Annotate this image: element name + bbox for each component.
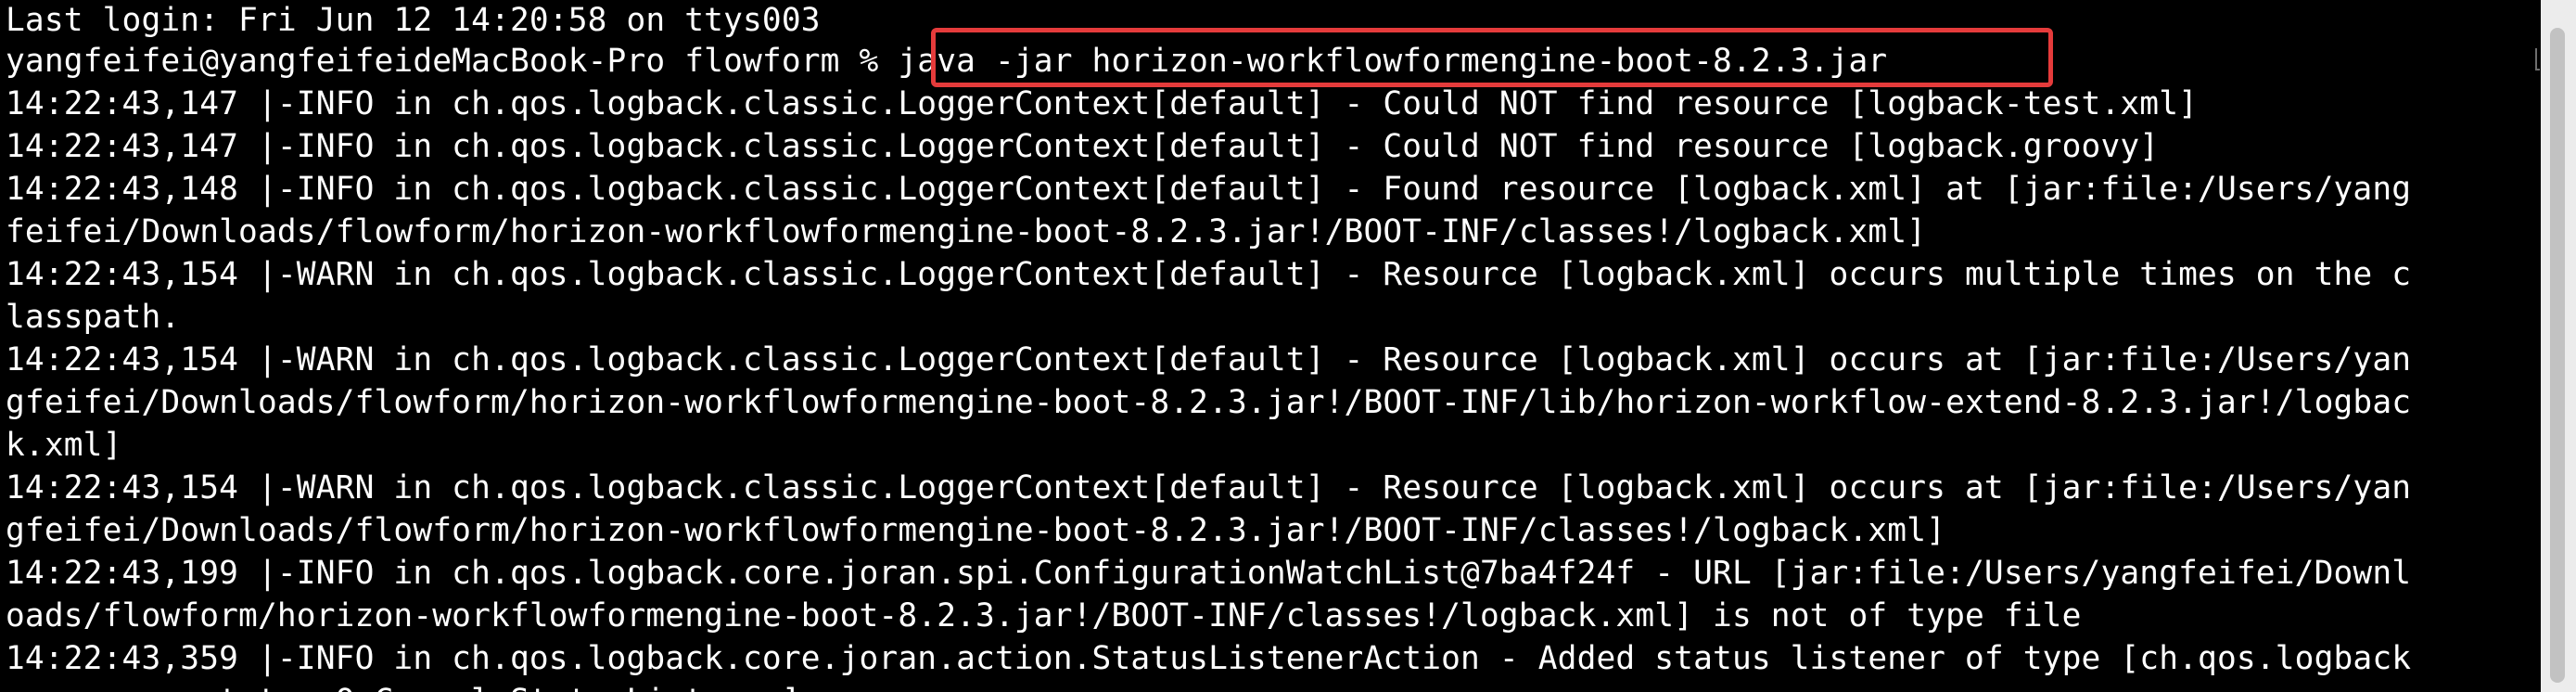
terminal-line: feifei/Downloads/flowform/horizon-workfl… <box>6 213 1927 250</box>
vertical-scrollbar[interactable] <box>2541 0 2576 692</box>
terminal-line: 14:22:43,199 |-INFO in ch.qos.logback.co… <box>6 555 2412 592</box>
terminal-line: 14:22:43,154 |-WARN in ch.qos.logback.cl… <box>6 341 2412 378</box>
terminal-line: 14:22:43,148 |-INFO in ch.qos.logback.cl… <box>6 171 2412 208</box>
line-end-bracket-icon <box>2535 48 2540 70</box>
terminal-line: oads/flowform/horizon-workflowformengine… <box>6 597 2082 634</box>
terminal-line: Last login: Fri Jun 12 14:20:58 on ttys0… <box>6 2 821 39</box>
terminal-line: k.xml] <box>6 427 122 464</box>
command-highlight-box <box>931 28 2053 87</box>
terminal-line: .core.status.OnConsoleStatusListener] <box>6 680 801 692</box>
scrollbar-thumb[interactable] <box>2550 28 2565 683</box>
terminal-line: 14:22:43,154 |-WARN in ch.qos.logback.cl… <box>6 469 2412 506</box>
terminal-line: 14:22:43,359 |-INFO in ch.qos.logback.co… <box>6 640 2412 677</box>
terminal-line: 14:22:43,147 |-INFO in ch.qos.logback.cl… <box>6 85 2199 122</box>
terminal-line: 14:22:43,147 |-INFO in ch.qos.logback.cl… <box>6 128 2160 165</box>
terminal-line: gfeifei/Downloads/flowform/horizon-workf… <box>6 512 1946 549</box>
terminal-line: 14:22:43,154 |-WARN in ch.qos.logback.cl… <box>6 256 2412 293</box>
terminal-line: gfeifei/Downloads/flowform/horizon-workf… <box>6 384 2412 421</box>
terminal-line: lasspath. <box>6 299 181 336</box>
terminal-output[interactable]: Last login: Fri Jun 12 14:20:58 on ttys0… <box>0 0 2541 692</box>
